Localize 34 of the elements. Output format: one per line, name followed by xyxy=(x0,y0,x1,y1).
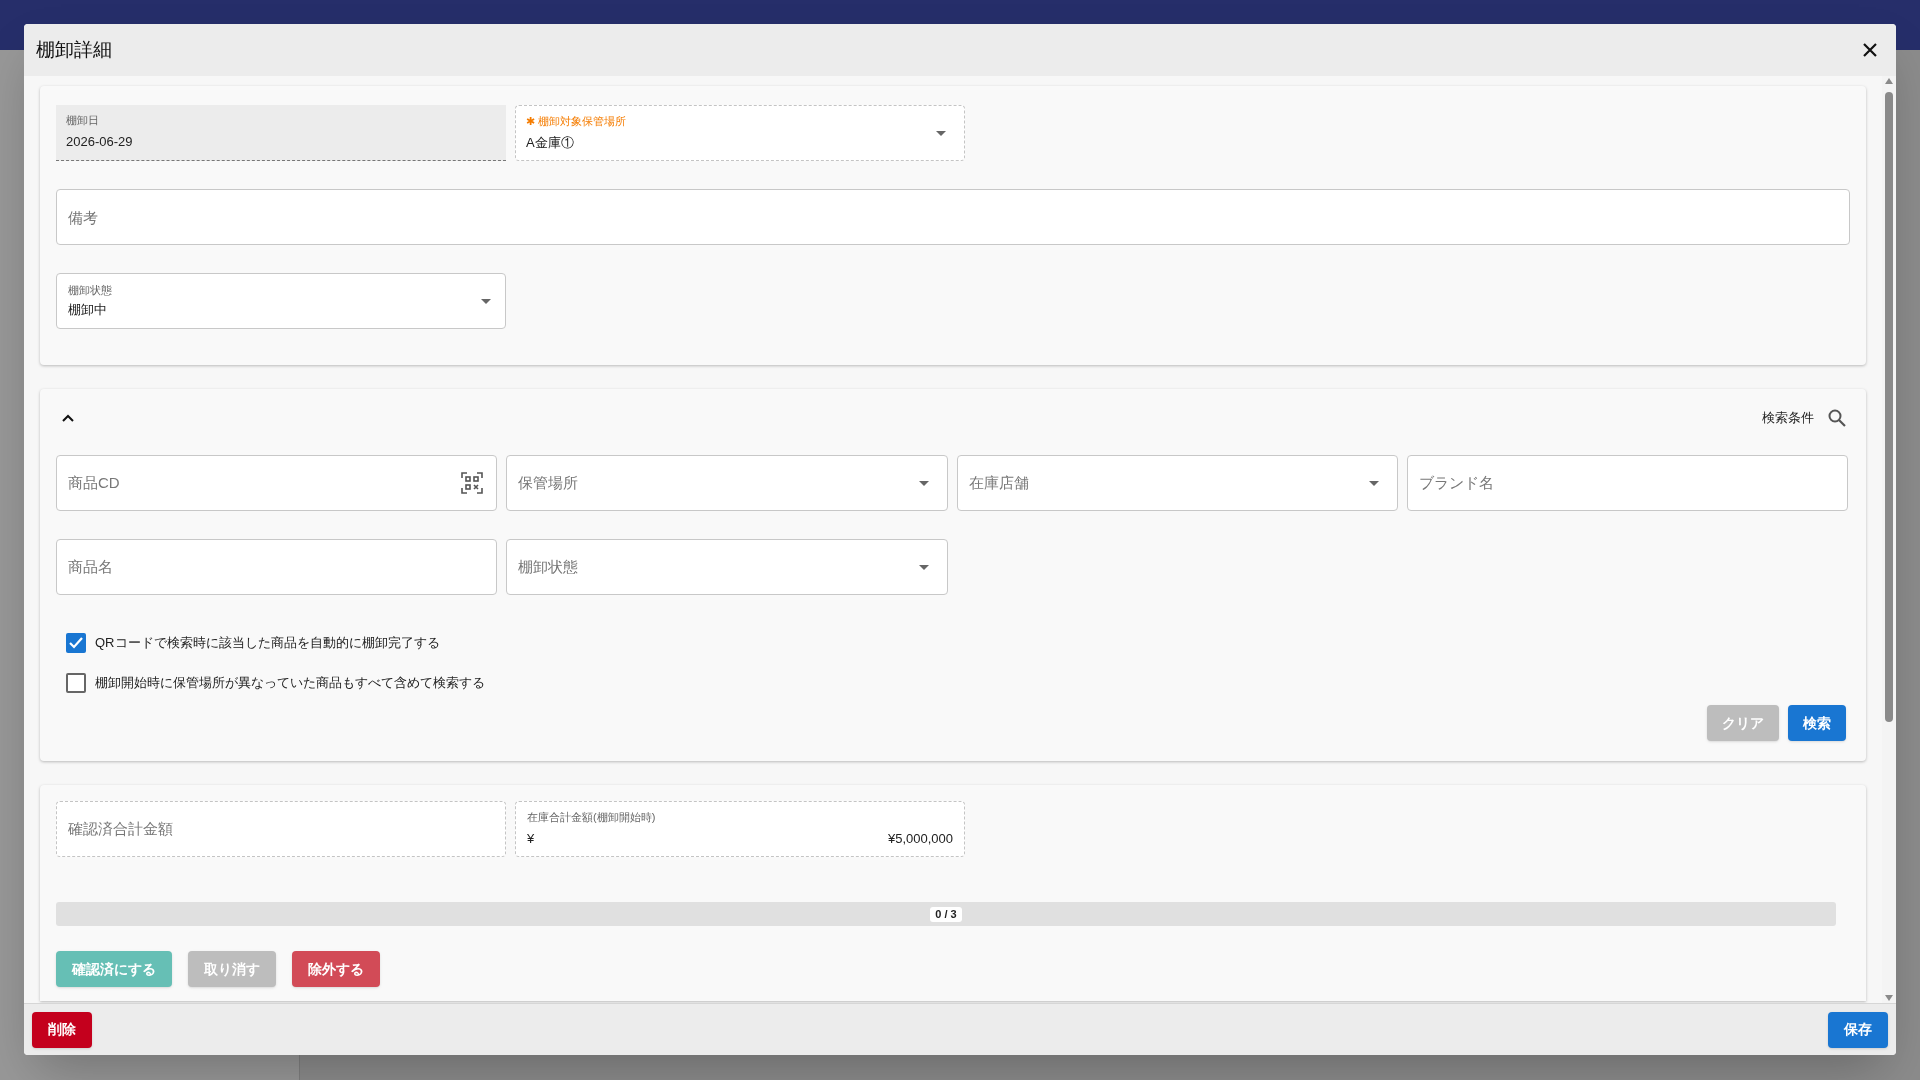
exclude-button[interactable]: 除外する xyxy=(292,951,380,987)
amount-field: 確認済合計金額 xyxy=(56,801,506,857)
qr-scan-icon[interactable] xyxy=(461,472,484,494)
input-field[interactable]: 商品名 xyxy=(56,539,498,595)
select-field[interactable]: ✱ 棚卸対象保管場所 A金庫① xyxy=(515,105,965,161)
status-select[interactable]: 棚卸状態 棚卸中 xyxy=(56,273,506,329)
dialog-title: 棚卸詳細 xyxy=(36,37,112,62)
date-field: 棚卸日 2026-06-29 xyxy=(56,105,506,161)
progress-reading: 0 / 3 xyxy=(930,906,962,922)
dropdown-caret-icon xyxy=(918,564,929,570)
dropdown-caret-icon xyxy=(481,299,491,304)
save-button[interactable]: 保存 xyxy=(1828,1011,1888,1048)
dropdown-caret-icon xyxy=(936,131,946,136)
dropdown-caret-icon xyxy=(1368,480,1379,486)
section-title: 検索条件 xyxy=(1762,409,1814,428)
scroll-up-arrow-icon[interactable] xyxy=(1885,78,1893,84)
search-button[interactable]: 検索 xyxy=(1788,705,1846,741)
checkbox-option[interactable]: 棚卸開始時に保管場所が異なっていた商品もすべて含めて検索する xyxy=(66,673,1850,693)
checkbox-option[interactable]: QRコードで検索時に該当した商品を自動的に棚卸完了する xyxy=(66,633,1850,653)
input-field[interactable]: 商品CD xyxy=(56,455,498,511)
select-field[interactable]: 在庫店舗 xyxy=(956,455,1398,511)
amount-field: 在庫合計金額(棚卸開始時) ¥ ¥5,000,000 xyxy=(515,801,965,857)
close-icon xyxy=(1862,42,1878,58)
select-field[interactable]: 保管場所 xyxy=(506,455,948,511)
select-field[interactable]: 棚卸状態 xyxy=(506,539,948,595)
delete-button[interactable]: 削除 xyxy=(32,1011,92,1048)
chevron-up-icon xyxy=(62,414,74,422)
check-icon xyxy=(69,637,83,649)
dropdown-caret-icon xyxy=(918,480,929,486)
remarks-field[interactable]: 備考 xyxy=(56,189,1850,245)
scroll-down-arrow-icon[interactable] xyxy=(1885,995,1893,1001)
input-field[interactable]: ブランド名 xyxy=(1406,455,1848,511)
scrollbar-thumb[interactable] xyxy=(1885,92,1893,722)
search-icon[interactable] xyxy=(1828,409,1846,427)
